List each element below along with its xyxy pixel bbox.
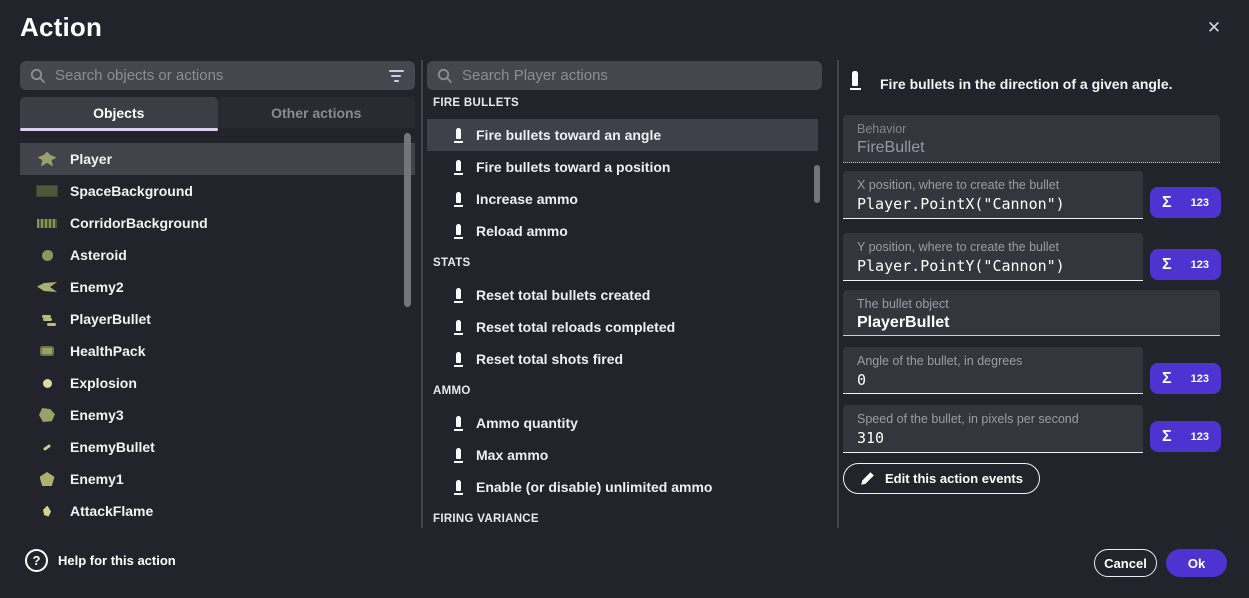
bullet-icon [453,224,463,239]
behavior-field[interactable]: Behavior FireBullet [843,115,1220,163]
tab-other-actions[interactable]: Other actions [218,97,416,128]
bullet-icon [453,128,463,143]
x-expression-button[interactable]: Σ 123 [1150,187,1221,218]
object-row-asteroid[interactable]: Asteroid [20,239,415,271]
corridor-background-sprite-icon [36,219,58,228]
filter-icon[interactable] [387,70,405,82]
left-scrollbar[interactable] [404,133,411,307]
actions-search-input[interactable] [462,67,812,84]
tab-objects[interactable]: Objects [20,97,218,128]
asteroid-sprite-icon [36,250,58,261]
sigma-icon: Σ [1162,428,1172,446]
action-group-header: FIRE BULLETS [427,87,818,119]
sigma-icon: Σ [1162,194,1172,212]
bullet-icon [850,71,860,90]
speed-expression-button[interactable]: Σ 123 [1150,421,1221,452]
health-pack-sprite-icon [36,346,58,356]
action-row-reload-ammo[interactable]: Reload ammo [427,215,818,247]
object-row-enemybullet[interactable]: EnemyBullet [20,431,415,463]
explosion-sprite-icon [36,379,58,388]
action-description: Fire bullets in the direction of a given… [880,75,1215,93]
enemy3-sprite-icon [36,408,58,422]
y-expression-button[interactable]: Σ 123 [1150,249,1221,280]
numeric-badge: 123 [1191,431,1209,443]
search-icon [30,68,46,84]
speed-field[interactable]: Speed of the bullet, in pixels per secon… [843,405,1143,453]
object-row-healthpack[interactable]: HealthPack [20,335,415,367]
panel-divider-right [837,60,839,528]
bullet-icon [453,448,463,463]
search-icon [437,68,453,84]
attack-flame-sprite-icon [36,506,58,517]
action-row-unlimited-ammo[interactable]: Enable (or disable) unlimited ammo [427,471,818,503]
bullet-object-field[interactable]: The bullet object PlayerBullet [843,290,1220,336]
panel-divider-left [421,60,423,528]
action-row-max-ammo[interactable]: Max ammo [427,439,818,471]
player-bullet-sprite-icon [36,318,58,321]
bullet-icon [453,160,463,175]
action-row-ammo-quantity[interactable]: Ammo quantity [427,407,818,439]
bullet-icon [453,320,463,335]
action-group-header: STATS [427,247,818,279]
enemy-bullet-sprite-icon [36,446,58,449]
object-list: Player SpaceBackground CorridorBackgroun… [20,143,415,527]
bullet-icon [453,288,463,303]
action-row-reset-reloads-completed[interactable]: Reset total reloads completed [427,311,818,343]
object-row-corridorbackground[interactable]: CorridorBackground [20,207,415,239]
action-row-reset-shots-fired[interactable]: Reset total shots fired [427,343,818,375]
action-group-header: AMMO [427,375,818,407]
object-row-playerbullet[interactable]: PlayerBullet [20,303,415,335]
object-row-spacebackground[interactable]: SpaceBackground [20,175,415,207]
pencil-icon [860,471,875,486]
sigma-icon: Σ [1162,370,1172,388]
angle-expression-button[interactable]: Σ 123 [1150,363,1221,394]
numeric-badge: 123 [1191,373,1209,385]
enemy1-sprite-icon [36,472,58,486]
middle-scrollbar[interactable] [814,165,820,203]
ok-button[interactable]: Ok [1166,549,1227,577]
left-tabs: Objects Other actions [20,97,415,128]
object-row-attackflame[interactable]: AttackFlame [20,495,415,527]
bullet-icon [453,192,463,207]
action-row-fire-angle[interactable]: Fire bullets toward an angle [427,119,818,151]
edit-action-events-button[interactable]: Edit this action events [843,463,1040,494]
object-row-enemy3[interactable]: Enemy3 [20,399,415,431]
help-icon: ? [25,549,48,572]
numeric-badge: 123 [1191,197,1209,209]
y-position-field[interactable]: Y position, where to create the bullet P… [843,233,1143,281]
enemy2-sprite-icon [36,282,58,292]
help-link[interactable]: ? Help for this action [25,549,176,572]
object-row-explosion[interactable]: Explosion [20,367,415,399]
dialog-title: Action [20,12,102,43]
action-row-fire-position[interactable]: Fire bullets toward a position [427,151,818,183]
actions-search-bar[interactable] [427,61,822,90]
action-dialog: Action ✕ Objects Other actions Player Sp… [0,0,1249,598]
object-row-enemy2[interactable]: Enemy2 [20,271,415,303]
bullet-icon [453,480,463,495]
action-list: FIRE BULLETS Fire bullets toward an angl… [427,87,818,527]
object-row-player[interactable]: Player [20,143,415,175]
objects-search-bar[interactable] [20,61,415,90]
objects-search-input[interactable] [55,67,378,84]
object-row-enemy1[interactable]: Enemy1 [20,463,415,495]
x-position-field[interactable]: X position, where to create the bullet P… [843,171,1143,219]
action-row-increase-ammo[interactable]: Increase ammo [427,183,818,215]
numeric-badge: 123 [1191,259,1209,271]
player-sprite-icon [36,152,58,167]
action-row-reset-bullets-created[interactable]: Reset total bullets created [427,279,818,311]
close-icon[interactable]: ✕ [1200,14,1228,42]
cancel-button[interactable]: Cancel [1094,549,1157,577]
bullet-icon [453,416,463,431]
action-group-header: FIRING VARIANCE [427,503,818,527]
bullet-icon [453,352,463,367]
space-background-sprite-icon [36,185,58,197]
sigma-icon: Σ [1162,256,1172,274]
angle-field[interactable]: Angle of the bullet, in degrees 0 [843,347,1143,394]
